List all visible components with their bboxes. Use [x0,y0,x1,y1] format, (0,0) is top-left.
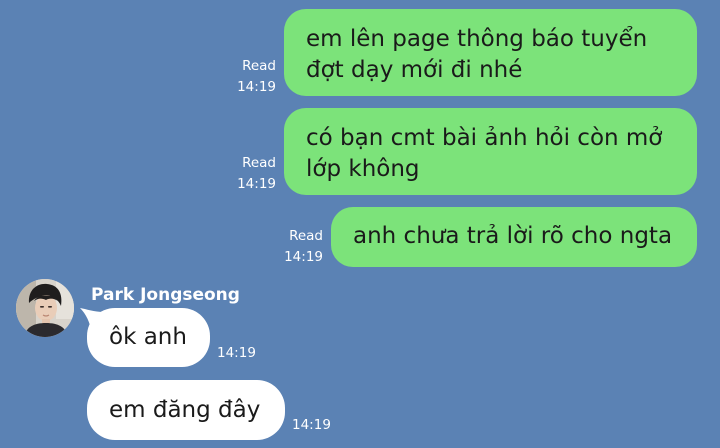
message-time: 14:19 [284,249,323,265]
message-text-line: anh chưa trả lời rõ cho ngta [353,223,673,249]
message-time: 14:19 [217,345,256,361]
message-time: 14:19 [237,176,276,192]
sender-name: Park Jongseong [91,285,240,305]
message-time: 14:19 [292,417,331,433]
incoming-message[interactable]: ôk anh [87,308,210,367]
outgoing-message[interactable]: có bạn cmt bài ảnh hỏi còn mở lớp không [284,108,697,195]
chat-area: Read 14:19 em lên page thông báo tuyển đ… [0,0,720,448]
message-text-line: em lên page thông báo tuyển [306,26,648,52]
message-text: em đăng đây [109,396,261,423]
message-text-line: lớp không [306,156,420,182]
incoming-message[interactable]: em đăng đây [87,380,285,440]
message-meta: Read 14:19 [232,56,276,98]
message-text-line: đợt dạy mới đi nhé [306,57,523,83]
contact-avatar-photo [16,279,74,337]
read-status: Read [242,58,276,74]
contact-avatar[interactable] [16,279,74,337]
outgoing-message[interactable]: em lên page thông báo tuyển đợt dạy mới … [284,9,697,96]
read-status: Read [242,155,276,171]
message-time: 14:19 [237,79,276,95]
message-text-line: có bạn cmt bài ảnh hỏi còn mở [306,125,663,151]
message-meta: Read 14:19 [232,153,276,195]
read-status: Read [289,228,323,244]
message-text: ôk anh [109,324,187,350]
outgoing-message[interactable]: anh chưa trả lời rõ cho ngta [331,207,697,267]
message-meta: Read 14:19 [279,226,323,268]
